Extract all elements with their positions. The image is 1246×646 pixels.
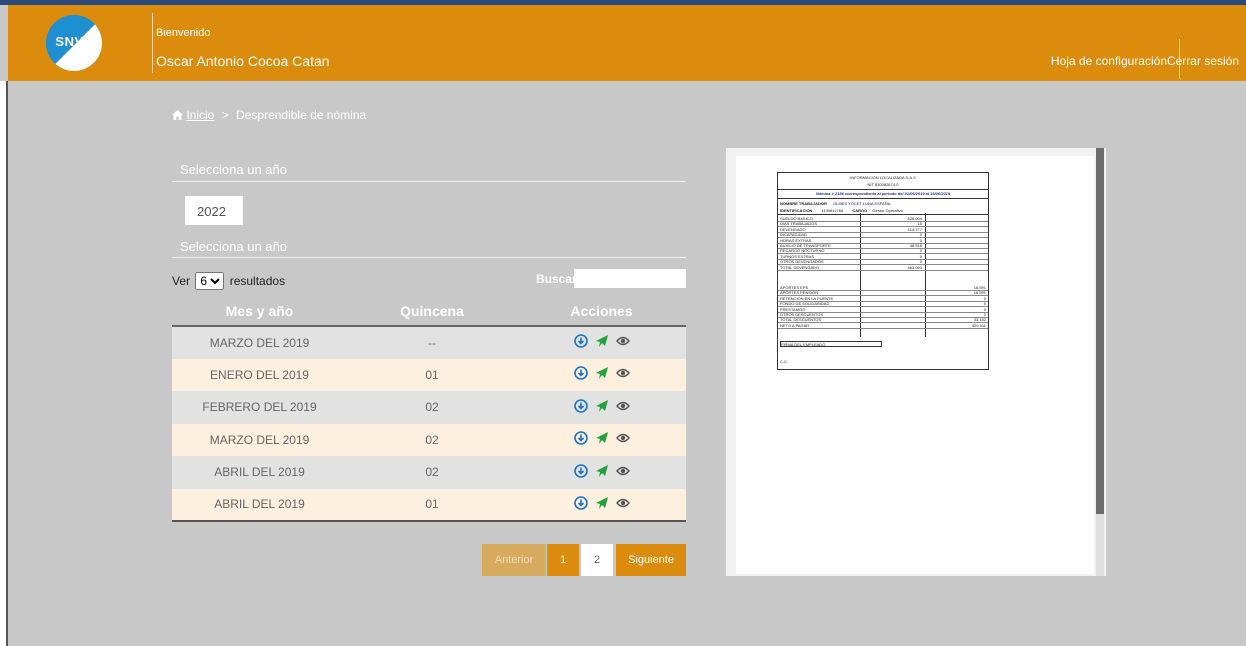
breadcrumb: Inicio > Desprendible de nómina <box>172 108 366 123</box>
doc-title: Nómina # 2186 correspondiente al periodo… <box>815 191 951 196</box>
left-border <box>0 81 8 646</box>
send-icon[interactable] <box>595 431 609 445</box>
doc-row-line <box>778 269 988 271</box>
cell-month-year: MARZO DEL 2019 <box>172 423 347 456</box>
send-icon[interactable] <box>595 366 609 380</box>
home-icon[interactable] <box>172 109 183 123</box>
doc-role: Gestor Operativo <box>872 208 903 213</box>
cell-actions <box>517 488 686 522</box>
year-label-underline <box>172 181 686 182</box>
cell-actions <box>517 423 686 456</box>
year-label-underline-2 <box>172 257 686 258</box>
view-icon[interactable] <box>615 399 630 413</box>
pdf-scrollbar[interactable] <box>1096 148 1104 576</box>
send-icon[interactable] <box>595 496 609 510</box>
cell-month-year: ABRIL DEL 2019 <box>172 456 347 489</box>
table-row: FEBRERO DEL 2019 02 <box>172 391 686 424</box>
send-icon[interactable] <box>595 464 609 478</box>
year-select[interactable]: 2022 <box>185 196 243 225</box>
cell-actions <box>517 456 686 489</box>
download-icon[interactable] <box>573 398 588 413</box>
user-name: Oscar Antonio Cocoa Catan <box>156 53 330 69</box>
search-input[interactable] <box>574 269 686 288</box>
doc-cc: C.C. <box>780 359 788 364</box>
pdf-scrollbar-thumb[interactable] <box>1096 148 1104 514</box>
table-row: MARZO DEL 2019 02 <box>172 423 686 456</box>
header-fortnight[interactable]: Quincena <box>347 296 517 327</box>
doc-worker-line: NOMBRE TRABAJADOR OLMES YOCET LUNA ESPAÑ… <box>780 201 890 206</box>
page-2-button[interactable]: 2 <box>581 544 613 576</box>
doc-rule <box>778 214 988 215</box>
cell-month-year: ABRIL DEL 2019 <box>172 488 347 522</box>
view-icon[interactable] <box>615 464 630 478</box>
doc-signature: FIRMA DEL EMPLEADO <box>780 341 882 347</box>
view-icon[interactable] <box>615 496 630 510</box>
welcome-text: Bienvenido <box>156 27 211 39</box>
doc-nit: NIT 830082674-0 <box>867 182 899 187</box>
doc-worker: OLMES YOCET LUNA ESPAÑA <box>833 201 891 206</box>
payroll-table: Mes y año Quincena Acciones MARZO DEL 20… <box>172 296 686 522</box>
logout-link[interactable]: Cerrar sesión <box>1167 54 1239 68</box>
page-size-suffix: resultados <box>229 274 286 288</box>
doc-worker-label: NOMBRE TRABAJADOR <box>780 201 827 206</box>
download-icon[interactable] <box>573 334 588 349</box>
cell-fortnight: 02 <box>347 423 517 456</box>
download-icon[interactable] <box>573 495 588 510</box>
download-icon[interactable] <box>573 366 588 381</box>
cell-fortnight: 01 <box>347 488 517 522</box>
prev-page-button[interactable]: Anterior <box>482 544 546 576</box>
breadcrumb-home-link[interactable]: Inicio <box>186 108 214 122</box>
breadcrumb-current: Desprendible de nómina <box>236 108 367 122</box>
page-1-button[interactable]: 1 <box>547 544 579 576</box>
search-label: Buscar <box>536 272 577 286</box>
config-link[interactable]: Hoja de configuración <box>1051 54 1167 68</box>
doc-company: INFORMACION LOCALIZADA S.A.S <box>850 175 916 180</box>
send-icon[interactable] <box>595 334 609 348</box>
cell-fortnight: 02 <box>347 391 517 424</box>
page-size-prefix: Ver <box>172 274 191 288</box>
cell-month-year: FEBRERO DEL 2019 <box>172 391 347 424</box>
year-select-label-2: Selecciona un año <box>180 239 287 254</box>
table-row: ENERO DEL 2019 01 <box>172 358 686 391</box>
table-row: ABRIL DEL 2019 02 <box>172 456 686 489</box>
doc-rule <box>778 189 988 190</box>
doc-id-line: IDENTIFICACION 1139811760 CARGO Gestor O… <box>780 208 903 213</box>
page-size-control: Ver 6 resultados <box>172 272 285 290</box>
doc-id: 1139811760 <box>821 208 844 213</box>
cell-fortnight: -- <box>347 326 517 359</box>
next-page-button[interactable]: Siguiente <box>616 544 686 576</box>
header-actions: Acciones <box>517 296 686 327</box>
view-icon[interactable] <box>615 334 630 348</box>
cell-actions <box>517 358 686 391</box>
view-icon[interactable] <box>615 366 630 380</box>
header-divider <box>152 13 153 73</box>
download-icon[interactable] <box>573 463 588 478</box>
doc-row-line <box>778 327 988 329</box>
cell-month-year: MARZO DEL 2019 <box>172 326 347 359</box>
send-icon[interactable] <box>595 399 609 413</box>
header-month-year[interactable]: Mes y año <box>172 296 347 327</box>
download-icon[interactable] <box>573 431 588 446</box>
cell-month-year: ENERO DEL 2019 <box>172 358 347 391</box>
app-header: SNVA Bienvenido Oscar Antonio Cocoa Cata… <box>8 5 1246 81</box>
year-select-label: Selecciona un año <box>180 162 287 177</box>
snva-logo[interactable]: SNVA <box>46 15 102 71</box>
logo-text: SNVA <box>55 34 93 49</box>
table-row: MARZO DEL 2019 -- <box>172 326 686 359</box>
breadcrumb-separator: > <box>221 108 229 122</box>
table-row: ABRIL DEL 2019 01 <box>172 488 686 522</box>
cell-actions <box>517 326 686 359</box>
page-size-select[interactable]: 6 <box>195 272 225 290</box>
view-icon[interactable] <box>615 431 630 445</box>
cell-fortnight: 01 <box>347 358 517 391</box>
doc-rule <box>778 198 988 199</box>
payslip-document: INFORMACION LOCALIZADA S.A.S NIT 8300826… <box>777 172 989 370</box>
doc-id-label: IDENTIFICACION <box>780 208 813 213</box>
cell-actions <box>517 391 686 424</box>
cell-fortnight: 02 <box>347 456 517 489</box>
